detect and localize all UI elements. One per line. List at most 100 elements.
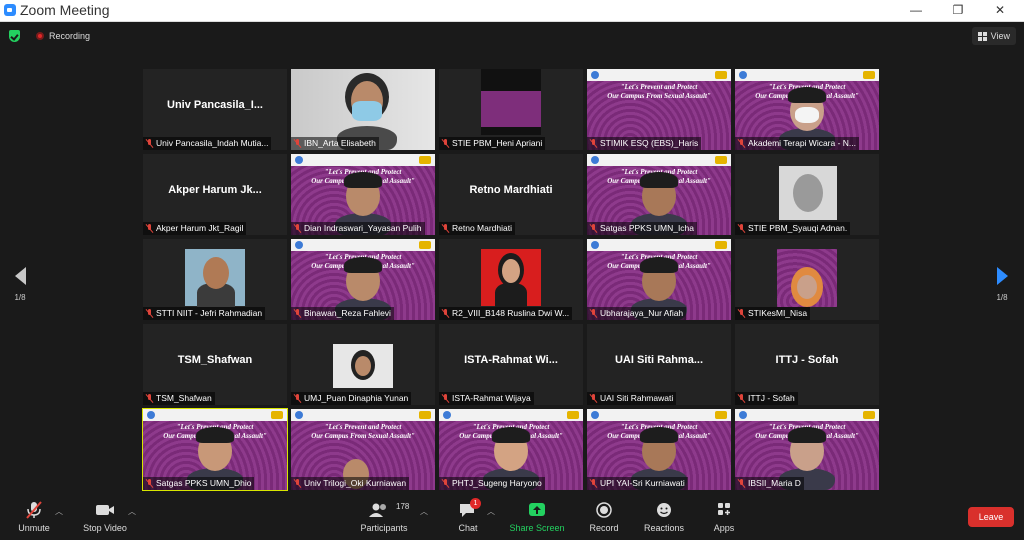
- participant-tile[interactable]: "Let's Prevent and Protect Our Campus Fr…: [735, 69, 879, 150]
- participant-name: Satgas PPKS UMN_Icha: [600, 223, 695, 233]
- participant-display-name: UAI Siti Rahma...: [614, 354, 704, 366]
- participant-hair: [344, 172, 382, 188]
- participant-name-label: TSM_Shafwan: [143, 392, 215, 405]
- participant-tile[interactable]: "Let's Prevent and Protect Our Campus Fr…: [735, 409, 879, 490]
- participant-tile[interactable]: Akper Harum Jk... Akper Harum Jkt_Ragil: [143, 154, 287, 235]
- slide-logo-bar: [587, 154, 731, 166]
- participant-name: UMJ_Puan Dinaphia Yunan: [304, 393, 409, 403]
- participant-name: IBN_Arta Elisabeth: [304, 138, 376, 148]
- participant-photo: [481, 249, 541, 307]
- participant-tile[interactable]: "Let's Prevent and Protect Our Campus Fr…: [439, 409, 583, 490]
- participant-tile[interactable]: STIKesMI_Nisa: [735, 239, 879, 320]
- close-button[interactable]: ✕: [988, 1, 1012, 19]
- participant-hair: [640, 257, 678, 273]
- stop-video-label: Stop Video: [83, 523, 127, 533]
- unmute-button[interactable]: Unmute: [14, 501, 54, 533]
- participant-tile[interactable]: "Let's Prevent and Protect Our Campus Fr…: [291, 154, 435, 235]
- participant-name: Dian Indraswari_Yayasan Pulih: [304, 223, 422, 233]
- participant-display-name: Retno Mardhiati: [469, 184, 553, 196]
- mic-muted-icon: [590, 139, 597, 148]
- mic-muted-icon: [590, 309, 597, 318]
- participant-tile[interactable]: "Let's Prevent and Protect Our Campus Fr…: [291, 409, 435, 490]
- leave-button[interactable]: Leave: [968, 507, 1014, 527]
- record-button[interactable]: Record: [586, 501, 622, 533]
- participant-tile[interactable]: STIE PBM_Syauqi Adnan.: [735, 154, 879, 235]
- participant-name-label: Satgas PPKS UMN_Dhio: [143, 477, 255, 490]
- chat-label: Chat: [458, 523, 478, 533]
- video-options-caret-icon[interactable]: ︿: [128, 506, 136, 517]
- participant-display-name: Akper Harum Jk...: [168, 184, 262, 196]
- reactions-button[interactable]: Reactions: [640, 501, 688, 533]
- mic-muted-icon: [146, 309, 153, 318]
- mic-muted-icon: [146, 224, 153, 233]
- participant-video: [333, 344, 393, 388]
- participant-tile[interactable]: IBN_Arta Elisabeth: [291, 69, 435, 150]
- restore-button[interactable]: ❐: [946, 1, 970, 19]
- participants-count: 178: [396, 502, 410, 511]
- mic-muted-icon: [294, 309, 301, 318]
- minimize-button[interactable]: —: [904, 1, 928, 19]
- mic-muted-icon: [442, 139, 449, 148]
- share-screen-label: Share Screen: [509, 523, 565, 533]
- participant-tile[interactable]: ITTJ - Sofah ITTJ - Sofah: [735, 324, 879, 405]
- view-button[interactable]: View: [971, 27, 1016, 45]
- mic-muted-icon: [738, 394, 745, 403]
- participant-name: STIE PBM_Syauqi Adnan.: [748, 223, 848, 233]
- participant-name: UPI YAI-Sri Kurniawati: [600, 478, 685, 488]
- participants-icon: 178: [358, 501, 410, 519]
- participant-tile[interactable]: "Let's Prevent and Protect Our Campus Fr…: [587, 154, 731, 235]
- participant-tile[interactable]: UMJ_Puan Dinaphia Yunan: [291, 324, 435, 405]
- video-gallery: Univ Pancasila_I... Univ Pancasila_Indah …: [142, 69, 881, 493]
- participants-button[interactable]: 178 Participants: [358, 501, 410, 533]
- share-screen-icon: [508, 501, 566, 519]
- security-shield-icon[interactable]: [9, 30, 20, 42]
- participant-photo: [185, 249, 245, 307]
- slide-logo-bar: [291, 239, 435, 251]
- audio-options-caret-icon[interactable]: ︿: [55, 506, 63, 517]
- mic-muted-icon: [146, 479, 153, 488]
- previous-page-button[interactable]: 1/8: [8, 267, 32, 302]
- participant-tile[interactable]: TSM_Shafwan TSM_Shafwan: [143, 324, 287, 405]
- chat-button[interactable]: 1 Chat: [452, 498, 484, 533]
- participant-name-label: Dian Indraswari_Yayasan Pulih: [291, 222, 425, 235]
- stop-video-button[interactable]: Stop Video: [80, 501, 130, 533]
- slide-slogan: "Let's Prevent and Protect Our Campus Fr…: [311, 423, 415, 440]
- participant-video: [777, 249, 837, 307]
- participant-tile[interactable]: STIE PBM_Heni Apriani: [439, 69, 583, 150]
- participants-options-caret-icon[interactable]: ︿: [420, 506, 428, 517]
- apps-grid-icon: [706, 501, 742, 519]
- chat-options-caret-icon[interactable]: ︿: [487, 506, 495, 517]
- mic-muted-icon: [590, 394, 597, 403]
- participant-name-label: Satgas PPKS UMN_Icha: [587, 222, 698, 235]
- slide-logo-bar: [587, 409, 731, 421]
- recording-indicator[interactable]: Recording: [32, 28, 98, 44]
- share-screen-button[interactable]: Share Screen: [508, 501, 566, 533]
- participant-tile[interactable]: "Let's Prevent and Protect Our Campus Fr…: [142, 408, 288, 491]
- mic-muted-icon: [738, 139, 745, 148]
- participant-name-label: ITTJ - Sofah: [735, 392, 798, 405]
- participant-name-label: STIE PBM_Heni Apriani: [439, 137, 546, 150]
- mic-muted-icon: [294, 394, 301, 403]
- arrow-left-icon: [14, 267, 26, 285]
- participant-name: UAI Siti Rahmawati: [600, 393, 674, 403]
- participant-tile[interactable]: STTI NIIT - Jefri Rahmadian: [143, 239, 287, 320]
- participant-tile[interactable]: "Let's Prevent and Protect Our Campus Fr…: [587, 239, 731, 320]
- video-camera-icon: [80, 501, 130, 519]
- participant-name-label: PHTJ_Sugeng Haryono: [439, 477, 545, 490]
- slide-logo-bar: [735, 69, 879, 81]
- participant-name-label: IBN_Arta Elisabeth: [291, 137, 379, 150]
- mic-muted-icon: [738, 479, 745, 488]
- apps-button[interactable]: Apps: [706, 501, 742, 533]
- slide-logo-bar: [291, 154, 435, 166]
- participant-display-name: TSM_Shafwan: [177, 354, 253, 366]
- participant-tile[interactable]: R2_VIII_B148 Ruslina Dwi W...: [439, 239, 583, 320]
- participant-tile[interactable]: UAI Siti Rahma... UAI Siti Rahmawati: [587, 324, 731, 405]
- participant-tile[interactable]: "Let's Prevent and Protect Our Campus Fr…: [291, 239, 435, 320]
- participant-tile[interactable]: Retno Mardhiati Retno Mardhiati: [439, 154, 583, 235]
- participant-name-label: STTI NIIT - Jefri Rahmadian: [143, 307, 266, 320]
- next-page-button[interactable]: 1/8: [990, 267, 1014, 302]
- participant-tile[interactable]: "Let's Prevent and Protect Our Campus Fr…: [587, 69, 731, 150]
- participant-tile[interactable]: ISTA-Rahmat Wi... ISTA-Rahmat Wijaya: [439, 324, 583, 405]
- participant-tile[interactable]: "Let's Prevent and Protect Our Campus Fr…: [587, 409, 731, 490]
- participant-tile[interactable]: Univ Pancasila_I... Univ Pancasila_Indah …: [143, 69, 287, 150]
